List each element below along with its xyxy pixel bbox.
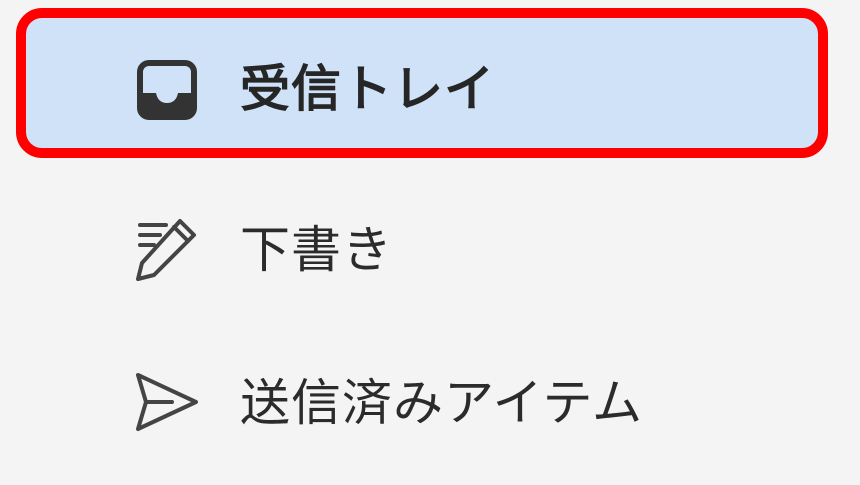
nav-item-label: 送信済みアイテム	[240, 374, 643, 432]
nav-item-inbox[interactable]: 受信トレイ	[0, 0, 860, 170]
nav-item-sent[interactable]: 送信済みアイテム	[0, 330, 860, 480]
pencil-icon	[132, 215, 202, 285]
send-icon	[132, 367, 202, 437]
nav-item-label: 受信トレイ	[240, 60, 495, 118]
nav-item-label: 下書き	[240, 221, 393, 279]
inbox-icon	[132, 55, 202, 125]
nav-item-drafts[interactable]: 下書き	[0, 180, 860, 320]
folder-nav: 受信トレイ 下書き 送信済みアイテム	[0, 0, 860, 485]
